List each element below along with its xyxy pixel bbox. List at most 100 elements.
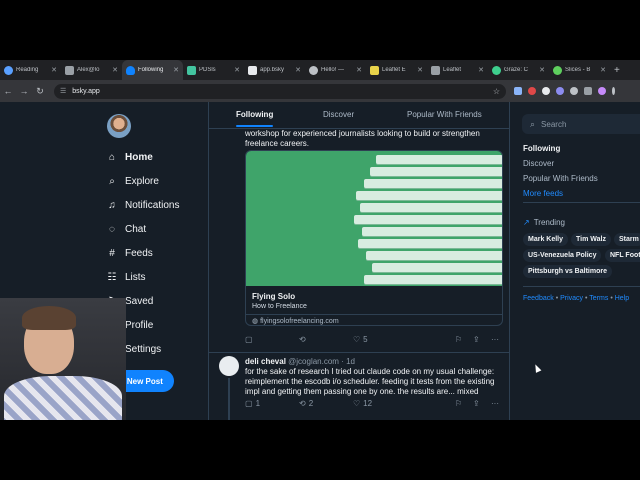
extension-icon[interactable] xyxy=(528,87,536,95)
nav-chat[interactable]: ◌ Chat xyxy=(106,224,146,235)
share-icon: ⇪ xyxy=(473,399,480,408)
close-icon[interactable]: ✕ xyxy=(234,66,240,74)
share-button[interactable]: ⇪ xyxy=(473,335,480,344)
browser-tab[interactable]: Graze: C ✕ xyxy=(488,60,549,80)
like-button[interactable]: ♡ 5 xyxy=(353,335,368,344)
tab-popular-with-friends[interactable]: Popular With Friends xyxy=(407,110,482,119)
feed-link-discover[interactable]: Discover xyxy=(523,159,554,168)
post-author: deli cheval @jcoglan.com · 1d xyxy=(245,357,355,366)
back-icon[interactable]: ← xyxy=(0,86,16,96)
browser-tab[interactable]: Leaflet ✕ xyxy=(427,60,488,80)
feed-column: Following Discover Popular With Friends … xyxy=(208,102,510,420)
close-icon[interactable]: ✕ xyxy=(417,66,423,74)
feedback-link[interactable]: Feedback xyxy=(523,295,554,302)
browser-tab[interactable]: Alex@lo ✕ xyxy=(61,60,122,80)
trending-pill[interactable]: US-Venezuela Policy xyxy=(523,249,602,262)
repost-button[interactable]: ⟲ xyxy=(299,335,306,344)
close-icon[interactable]: ✕ xyxy=(356,66,362,74)
trending-pill[interactable]: Starm xyxy=(614,233,640,246)
more-feeds-link[interactable]: More feeds xyxy=(523,189,563,198)
nav-feeds[interactable]: # Feeds xyxy=(106,248,153,259)
browser-tab[interactable]: Reading ✕ xyxy=(0,60,61,80)
bookmark-button[interactable]: ⚐ xyxy=(455,399,462,408)
link-card[interactable]: Flying Solo How to Freelance ◍ flyingsol… xyxy=(245,150,503,326)
active-tab-indicator xyxy=(236,125,273,127)
tab-favicon-icon xyxy=(4,65,13,75)
bookmark-star-icon[interactable]: ☆ xyxy=(493,87,500,96)
browser-tab[interactable]: Hello! — ✕ xyxy=(305,60,366,80)
ellipsis-icon: ··· xyxy=(491,399,499,408)
trending-pill[interactable]: Mark Kelly xyxy=(523,233,569,246)
forward-icon[interactable]: → xyxy=(16,86,32,96)
repost-button[interactable]: ⟲ 2 xyxy=(299,399,313,408)
tab-following[interactable]: Following xyxy=(236,110,273,119)
extension-icon[interactable] xyxy=(570,87,578,95)
share-button[interactable]: ⇪ xyxy=(473,399,480,408)
feed-link-following[interactable]: Following xyxy=(523,144,560,153)
terms-link[interactable]: Terms xyxy=(589,295,608,302)
menu-icon[interactable] xyxy=(612,87,615,95)
author-handle[interactable]: @jcoglan.com · 1d xyxy=(288,357,355,366)
post-text: for the sake of research I tried out cla… xyxy=(245,367,495,396)
address-bar[interactable]: ☰ bsky.app ☆ xyxy=(54,83,506,99)
reply-button[interactable]: ▢ xyxy=(245,335,253,344)
trending-pill[interactable]: NFL Foot xyxy=(605,249,640,262)
tab-discover[interactable]: Discover xyxy=(323,110,354,119)
bookmark-icon: ⚐ xyxy=(455,399,463,408)
extension-icon[interactable] xyxy=(514,87,522,95)
browser-tab-active[interactable]: Following ✕ xyxy=(122,60,183,80)
puzzle-icon[interactable] xyxy=(584,87,592,95)
browser-tab[interactable]: PDSls ✕ xyxy=(183,60,244,80)
browser-tab[interactable]: Slices - B ✕ xyxy=(549,60,610,80)
nav-lists[interactable]: ☷ Lists xyxy=(106,272,146,283)
avatar[interactable] xyxy=(107,114,131,138)
close-icon[interactable]: ✕ xyxy=(539,66,545,74)
reload-icon[interactable]: ↻ xyxy=(32,86,48,97)
repost-icon: ⟲ xyxy=(299,399,306,408)
post-actions: ▢ 1 ⟲ 2 ♡ 12 ⚐ ⇪ ··· xyxy=(245,399,503,409)
tab-favicon-icon xyxy=(65,65,74,75)
new-tab-icon[interactable]: + xyxy=(610,65,620,76)
site-info-icon[interactable]: ☰ xyxy=(60,87,66,95)
author-name[interactable]: deli cheval xyxy=(245,357,286,366)
trending-pill[interactable]: Tim Walz xyxy=(571,233,611,246)
profile-icon[interactable] xyxy=(598,87,606,95)
browser-toolbar: ← → ↻ ☰ bsky.app ☆ xyxy=(0,80,640,102)
nav-notifications[interactable]: ♫ Notifications xyxy=(106,200,179,211)
footer-links: Feedback • Privacy • Terms • Help xyxy=(523,295,630,302)
close-icon[interactable]: ✕ xyxy=(478,66,484,74)
nav-explore[interactable]: ⌕ Explore xyxy=(106,176,159,187)
list-icon: ☷ xyxy=(107,272,117,283)
reply-button[interactable]: ▢ 1 xyxy=(245,399,260,408)
feed-link-popular[interactable]: Popular With Friends xyxy=(523,174,598,183)
bookmark-button[interactable]: ⚐ xyxy=(455,335,462,344)
link-card-image xyxy=(246,151,502,286)
search-icon: ⌕ xyxy=(109,176,115,187)
like-button[interactable]: ♡ 12 xyxy=(353,399,372,408)
trending-header: ↗ Trending xyxy=(523,218,565,227)
close-icon[interactable]: ✕ xyxy=(600,66,606,74)
close-icon[interactable]: ✕ xyxy=(173,66,179,74)
extensions-bar xyxy=(514,87,615,95)
divider xyxy=(523,286,640,287)
extension-icon[interactable] xyxy=(556,87,564,95)
close-icon[interactable]: ✕ xyxy=(112,66,118,74)
more-button[interactable]: ··· xyxy=(491,399,499,408)
browser-window: Reading ✕ Alex@lo ✕ Following ✕ PDSls ✕ app.… xyxy=(0,60,640,420)
more-button[interactable]: ··· xyxy=(491,335,499,344)
help-link[interactable]: Help xyxy=(615,295,629,302)
close-icon[interactable]: ✕ xyxy=(295,66,301,74)
close-icon[interactable]: ✕ xyxy=(51,66,57,74)
search-input[interactable] xyxy=(541,119,632,129)
extension-icon[interactable] xyxy=(542,87,550,95)
trending-pill[interactable]: Pittsburgh vs Baltimore xyxy=(523,265,612,278)
browser-tab[interactable]: app.bsky ✕ xyxy=(244,60,305,80)
nav-home[interactable]: ⌂ Home xyxy=(106,152,153,163)
tab-favicon-icon xyxy=(370,65,379,75)
search-box[interactable]: ⌕ xyxy=(522,114,640,134)
browser-tab[interactable]: Leaflet E ✕ xyxy=(366,60,427,80)
avatar[interactable] xyxy=(219,356,239,376)
privacy-link[interactable]: Privacy xyxy=(560,295,583,302)
webcam-overlay xyxy=(0,298,126,420)
webcam-person-hair xyxy=(22,306,76,330)
